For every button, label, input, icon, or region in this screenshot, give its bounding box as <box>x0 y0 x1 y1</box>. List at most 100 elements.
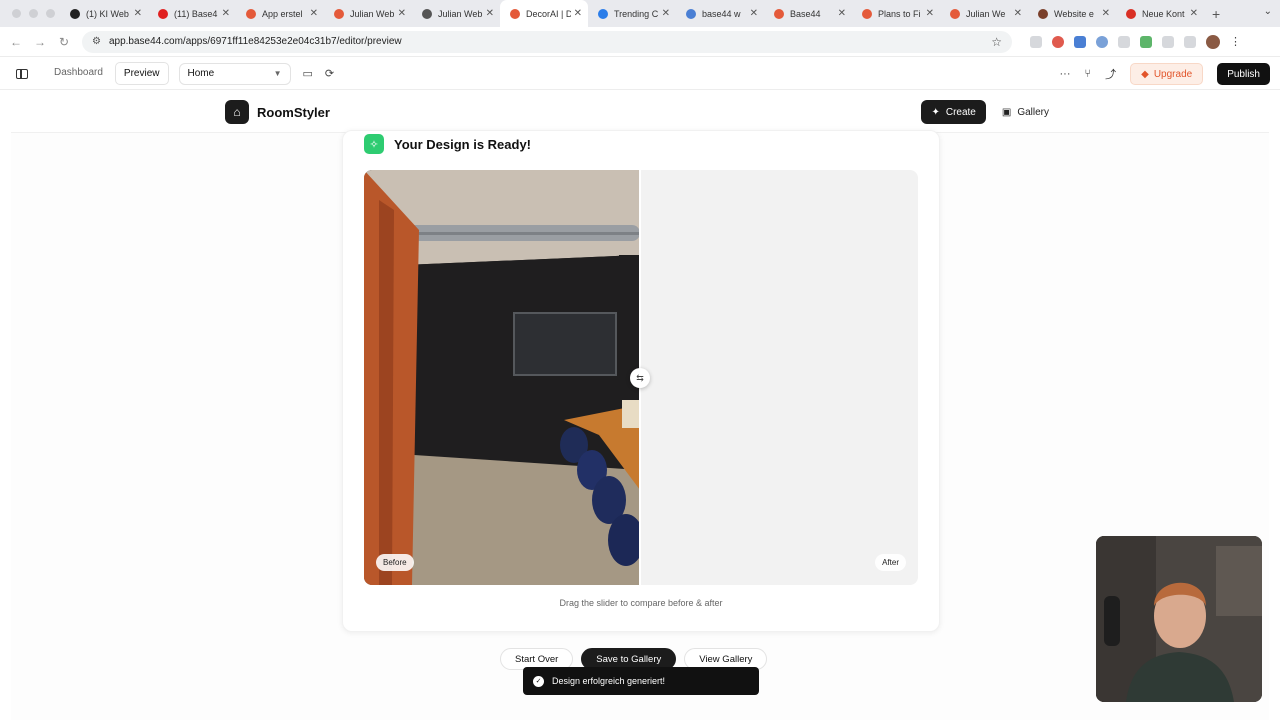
upgrade-button[interactable]: ◆ Upgrade <box>1130 63 1204 85</box>
upgrade-label: Upgrade <box>1153 68 1193 80</box>
forward-icon[interactable]: → <box>28 35 52 49</box>
url-field[interactable]: ⚙ app.base44.com/apps/6971ff11e84253e2e0… <box>82 30 1012 53</box>
browser-tab-label: Base44 <box>790 8 821 19</box>
check-icon: ✓ <box>533 675 544 687</box>
browser-tab-bar: (1) KI Web ✕ (11) Base4 ✕ App erstel ✕ Julian … <box>0 0 1280 27</box>
favicon-icon <box>246 8 256 19</box>
close-tab-icon[interactable]: ✕ <box>750 8 758 19</box>
close-tab-icon[interactable]: ✕ <box>926 8 934 19</box>
close-tab-icon[interactable]: ✕ <box>398 8 406 19</box>
diamond-icon: ◆ <box>1141 68 1149 80</box>
puzzle-icon[interactable] <box>1162 35 1174 48</box>
github-icon[interactable]: ⑂ <box>1085 68 1092 80</box>
browser-tab-label: Trending C <box>614 8 659 19</box>
browser-tab[interactable]: Julian We ✕ <box>940 0 1028 27</box>
browser-tab[interactable]: (1) KI Web ✕ <box>60 0 148 27</box>
browser-tab-label: Neue Kont <box>1142 8 1185 19</box>
brand[interactable]: ⌂ RoomStyler <box>225 100 330 124</box>
bookmark-star-icon[interactable]: ☆ <box>991 35 1002 49</box>
compare-slider-handle[interactable]: ⇆ <box>630 368 650 388</box>
browser-tab[interactable]: Neue Kont ✕ <box>1116 0 1204 27</box>
extension-icon[interactable] <box>1118 35 1130 48</box>
favicon-icon <box>422 8 432 19</box>
reading-list-icon[interactable] <box>1184 35 1196 48</box>
extension-icon[interactable] <box>1140 35 1152 48</box>
browser-tab[interactable]: base44 w ✕ <box>676 0 764 27</box>
browser-tab-label: (11) Base4 <box>174 8 218 19</box>
before-after-compare[interactable]: ⇆ Before After <box>364 170 918 585</box>
favicon-icon <box>862 8 872 19</box>
brand-name: RoomStyler <box>257 104 330 120</box>
browser-tab[interactable]: App erstel ✕ <box>236 0 324 27</box>
home-icon: ⌂ <box>225 100 249 124</box>
before-tag: Before <box>376 554 414 571</box>
close-tab-icon[interactable]: ✕ <box>1102 8 1110 19</box>
tab-search-icon[interactable]: ⌄ <box>1264 6 1272 17</box>
browser-tab[interactable]: (11) Base4 ✕ <box>148 0 236 27</box>
browser-tab[interactable]: DecorAI | D ✕ <box>500 0 588 27</box>
new-tab-button[interactable]: + <box>1212 6 1220 22</box>
browser-tab[interactable]: Julian Web ✕ <box>324 0 412 27</box>
publish-button[interactable]: Publish <box>1217 63 1270 85</box>
device-toggle-icon[interactable]: ▭ <box>303 67 313 80</box>
browser-tab[interactable]: Julian Web ✕ <box>412 0 500 27</box>
browser-tab[interactable]: Base44 ✕ <box>764 0 852 27</box>
webcam-overlay <box>1096 536 1262 702</box>
browser-tab-label: Julian We <box>966 8 1006 19</box>
favicon-icon <box>686 8 696 19</box>
sidebar-toggle-icon[interactable] <box>16 68 28 79</box>
close-tab-icon[interactable]: ✕ <box>838 8 846 19</box>
reload-icon[interactable]: ↻ <box>52 35 76 49</box>
sparkle-icon: ✧ <box>364 134 384 154</box>
close-tab-icon[interactable]: ✕ <box>1190 8 1198 19</box>
editor-right-tools: ··· ⑂ ⤴ ◆ Upgrade Publish <box>1060 63 1270 85</box>
gallery-label: Gallery <box>1017 106 1049 118</box>
close-tab-icon[interactable]: ✕ <box>662 8 670 19</box>
editor-toolbar: Dashboard Preview Home ▼ ▭ ⟳ ··· ⑂ ⤴ ◆ U… <box>0 58 1280 90</box>
create-nav-button[interactable]: ✦ Create <box>921 100 986 124</box>
page-select[interactable]: Home ▼ <box>178 62 291 85</box>
browser-tab-label: DecorAI | D <box>526 8 571 19</box>
dashboard-tab[interactable]: Dashboard <box>46 62 111 85</box>
favicon-icon <box>1038 8 1048 19</box>
browser-tab[interactable]: Plans to Fi ✕ <box>852 0 940 27</box>
browser-tab[interactable]: Trending C ✕ <box>588 0 676 27</box>
close-tab-icon[interactable]: ✕ <box>222 8 230 19</box>
browser-tab-label: Julian Web <box>438 8 483 19</box>
close-window-icon[interactable] <box>12 9 21 18</box>
favicon-icon <box>334 8 344 19</box>
chevron-down-icon: ▼ <box>273 69 282 78</box>
close-tab-icon[interactable]: ✕ <box>310 8 318 19</box>
gallery-nav-button[interactable]: ▣ Gallery <box>994 100 1057 124</box>
favicon-icon <box>510 8 520 19</box>
refresh-icon[interactable]: ⟳ <box>325 67 334 80</box>
screen-icon[interactable] <box>1030 35 1042 48</box>
preview-tab[interactable]: Preview <box>114 62 169 85</box>
share-icon[interactable]: ⤴ <box>1105 66 1116 82</box>
browser-menu-icon[interactable]: ⋮ <box>1230 35 1241 48</box>
extension-icon[interactable] <box>1052 35 1064 48</box>
browser-tab[interactable]: Website e ✕ <box>1028 0 1116 27</box>
extension-icon[interactable] <box>1096 35 1108 48</box>
close-tab-icon[interactable]: ✕ <box>134 8 142 19</box>
browser-tab-label: App erstel <box>262 8 303 19</box>
site-settings-icon[interactable]: ⚙ <box>92 36 101 47</box>
back-icon[interactable]: ← <box>4 35 28 49</box>
favicon-icon <box>774 8 784 19</box>
browser-tab-label: base44 w <box>702 8 741 19</box>
favicon-icon <box>158 8 168 19</box>
after-tag: After <box>875 554 906 571</box>
more-icon[interactable]: ··· <box>1060 68 1071 80</box>
profile-avatar[interactable] <box>1206 34 1220 49</box>
browser-tab-label: Website e <box>1054 8 1094 19</box>
close-tab-icon[interactable]: ✕ <box>574 8 582 19</box>
maximize-window-icon[interactable] <box>46 9 55 18</box>
favicon-icon <box>950 8 960 19</box>
close-tab-icon[interactable]: ✕ <box>486 8 494 19</box>
translate-icon[interactable] <box>1074 35 1086 48</box>
toast-message: Design erfolgreich generiert! <box>552 676 666 686</box>
close-tab-icon[interactable]: ✕ <box>1014 8 1022 19</box>
compare-hint: Drag the slider to compare before & afte… <box>559 598 723 608</box>
url-text: app.base44.com/apps/6971ff11e84253e2e04c… <box>108 36 402 47</box>
minimize-window-icon[interactable] <box>29 9 38 18</box>
